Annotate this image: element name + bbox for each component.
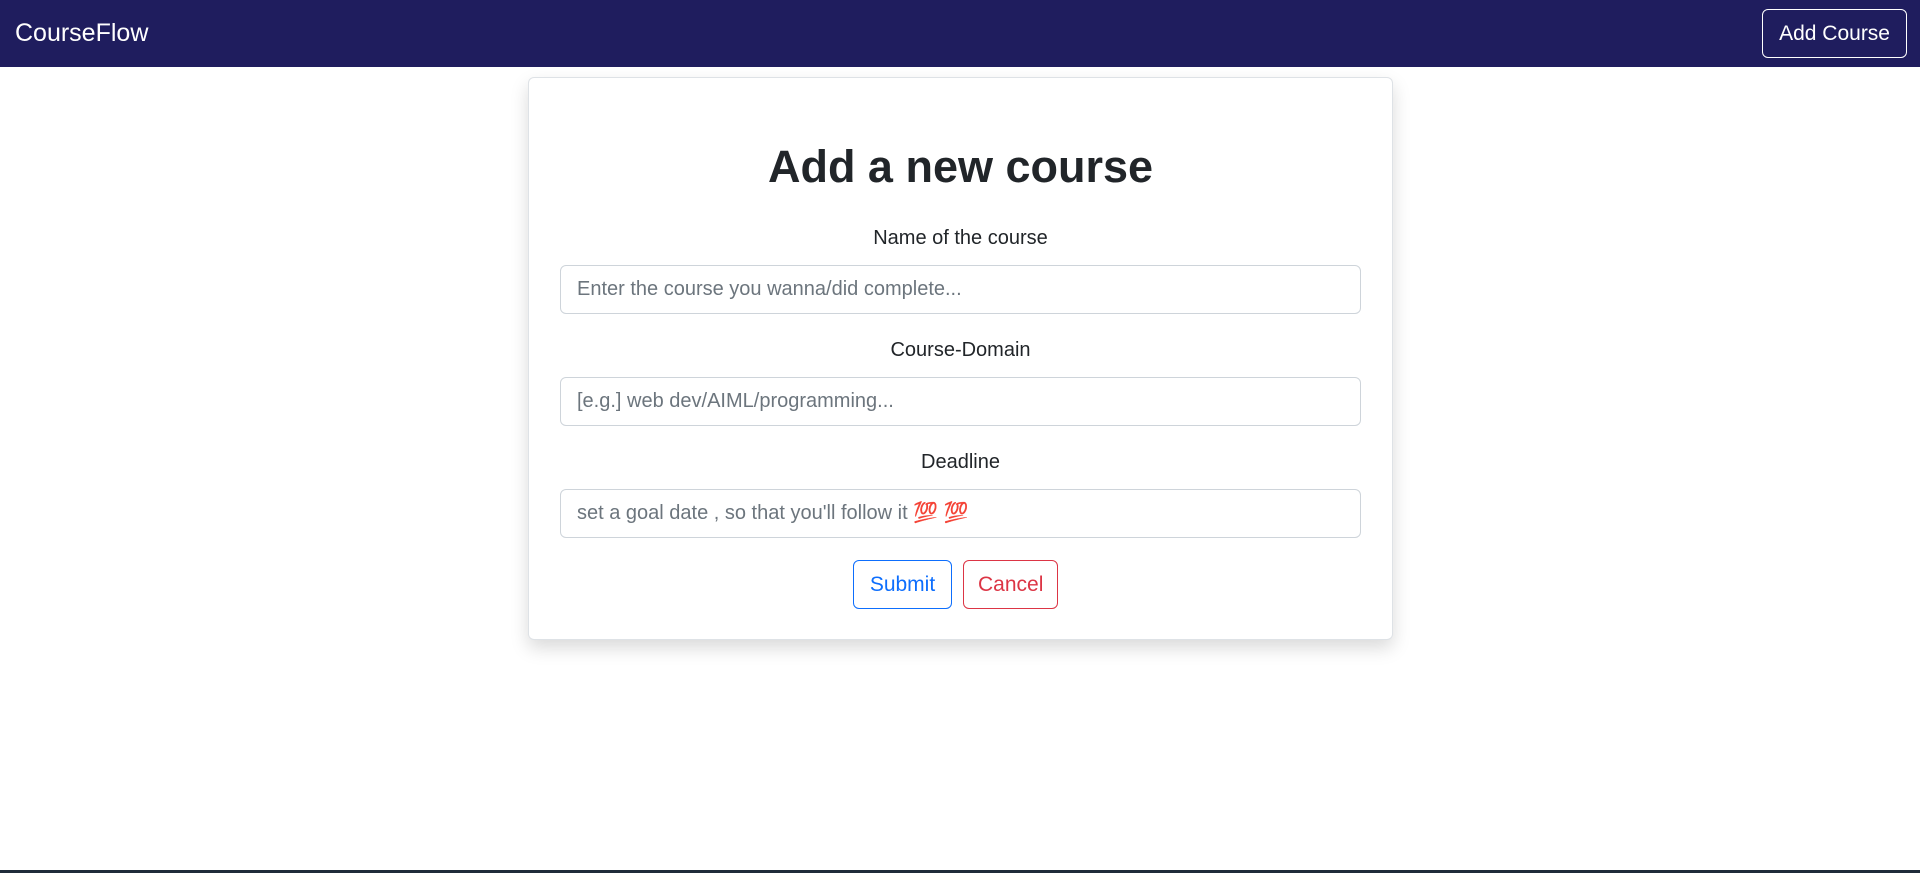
- page-title: Add a new course: [767, 141, 1154, 192]
- brand-logo-text[interactable]: CourseFlow: [15, 19, 148, 48]
- add-course-button[interactable]: Add Course: [1762, 9, 1907, 58]
- submit-button[interactable]: Submit: [853, 560, 952, 609]
- cancel-button[interactable]: Cancel: [963, 560, 1058, 609]
- navbar: CourseFlow Add Course: [0, 0, 1920, 67]
- course-domain-input[interactable]: [560, 377, 1361, 426]
- course-name-input[interactable]: [560, 265, 1361, 314]
- course-domain-label: Course-Domain: [890, 339, 1031, 361]
- deadline-label: Deadline: [921, 451, 1000, 473]
- course-name-label: Name of the course: [873, 227, 1048, 249]
- deadline-input[interactable]: [560, 489, 1361, 538]
